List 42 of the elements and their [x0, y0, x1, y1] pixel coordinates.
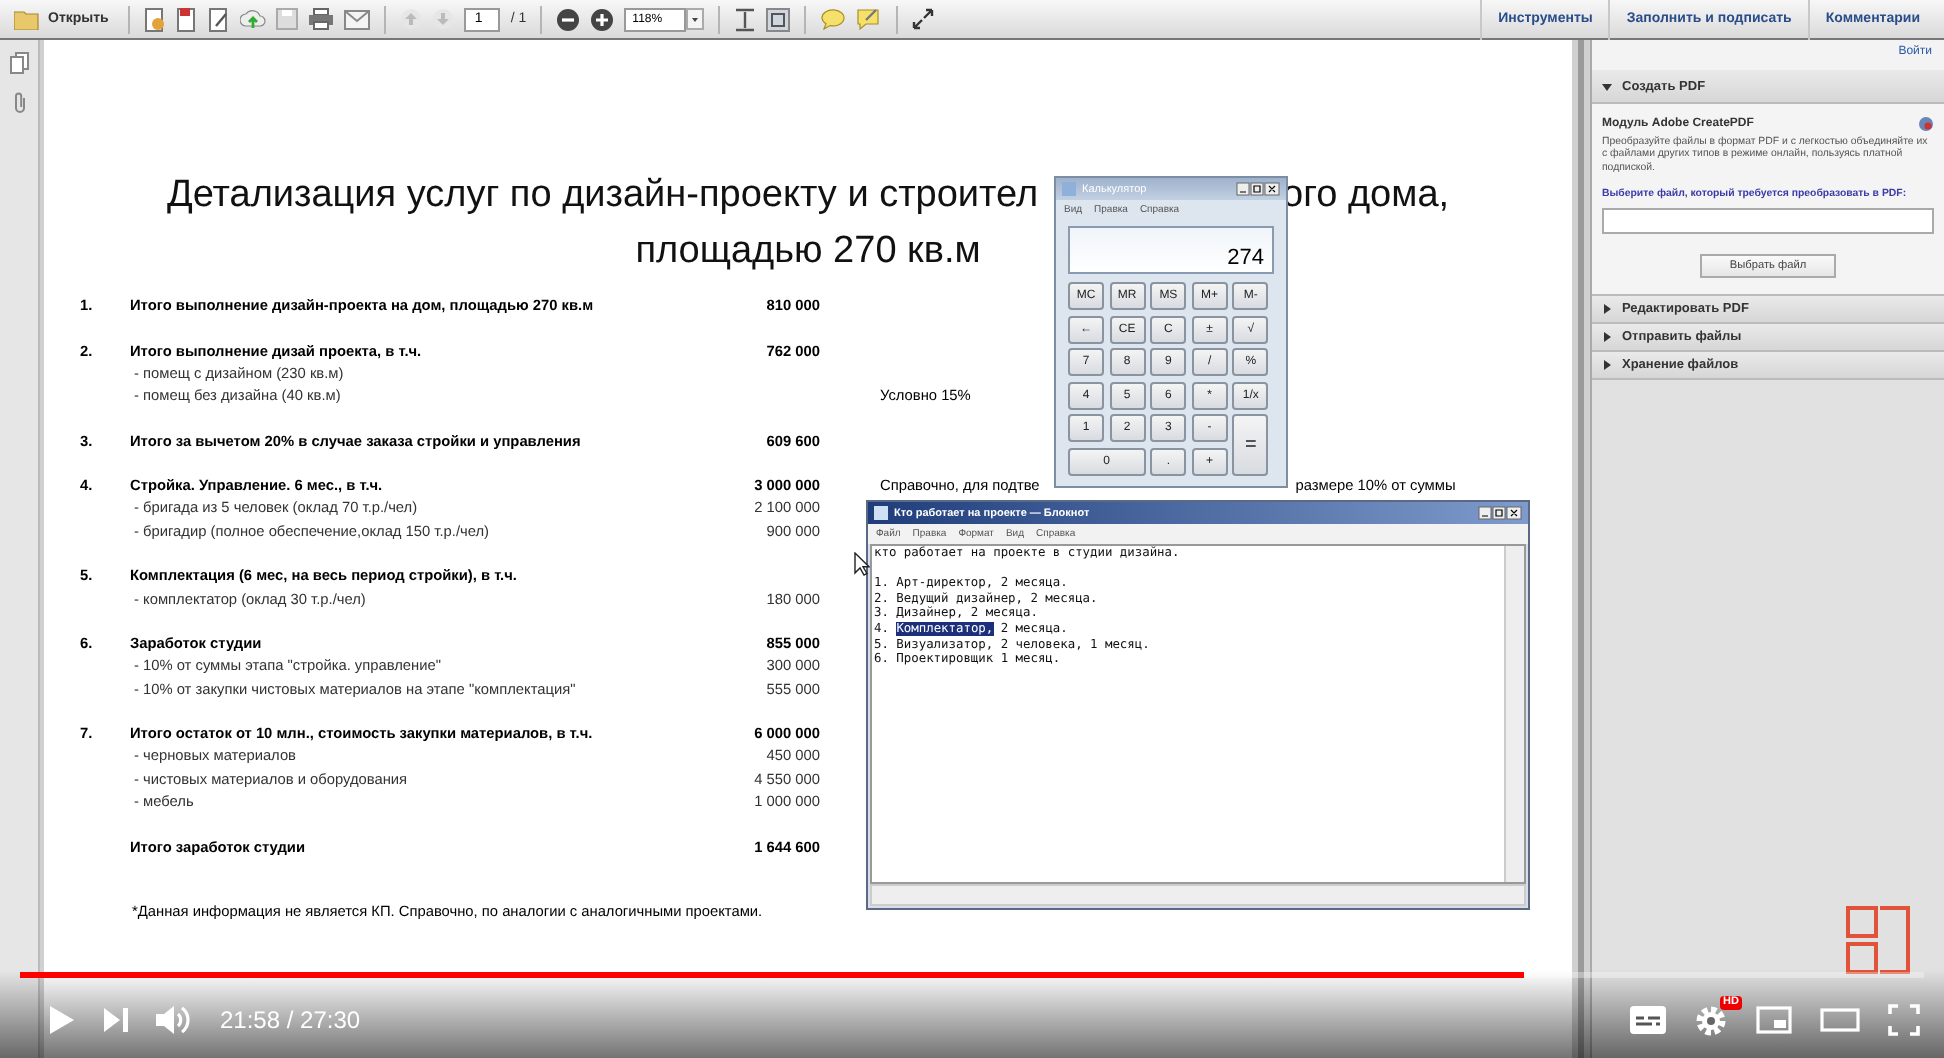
document-title: Детализация услуг по дизайн-проекту и строител: [166, 172, 1039, 220]
progress-bar[interactable]: [20, 972, 1924, 978]
zoom-out-icon[interactable]: [556, 7, 581, 31]
scrollbar[interactable]: [1504, 546, 1524, 882]
document-icon[interactable]: [144, 7, 167, 31]
logo-icon: [1844, 904, 1912, 976]
fullscreen-icon[interactable]: [1888, 1004, 1920, 1036]
cloud-upload-icon[interactable]: [240, 8, 267, 30]
theater-mode-icon[interactable]: [1820, 1008, 1860, 1032]
calculator-key[interactable]: =: [1232, 414, 1269, 476]
highlight-icon[interactable]: [856, 8, 883, 30]
window-controls-icon[interactable]: [1478, 506, 1522, 520]
calculator-display: 274: [1068, 226, 1274, 274]
triangle-icon: [1602, 360, 1612, 371]
play-icon[interactable]: [48, 1004, 76, 1036]
zoom-in-icon[interactable]: [590, 7, 615, 31]
folder-icon: [14, 9, 40, 29]
miniplayer-icon[interactable]: [1756, 1006, 1792, 1034]
volume-icon[interactable]: [156, 1004, 192, 1036]
subtitles-icon[interactable]: [1630, 1006, 1666, 1034]
save-icon[interactable]: [276, 8, 299, 30]
next-icon[interactable]: [104, 1008, 128, 1032]
triangle-icon: [1602, 304, 1612, 315]
expand-icon[interactable]: [912, 8, 935, 30]
file-input-field[interactable]: [1602, 208, 1934, 235]
mail-icon[interactable]: [344, 9, 371, 29]
app-icon: [874, 506, 888, 520]
triangle-icon: [1602, 332, 1612, 343]
triangle-icon: [1602, 81, 1612, 91]
print-icon[interactable]: [308, 8, 335, 30]
app-icon: [1062, 182, 1076, 196]
comment-icon[interactable]: [820, 8, 847, 30]
settings-icon[interactable]: [1694, 1003, 1728, 1037]
edit-icon[interactable]: [208, 7, 231, 31]
pages-icon[interactable]: [9, 52, 29, 74]
video-time: 21:58 / 27:30: [220, 1006, 361, 1034]
dropdown-caret-icon[interactable]: [686, 8, 705, 30]
window-controls-icon[interactable]: [1236, 182, 1280, 196]
document-title: площадью 270 кв.м: [635, 228, 981, 276]
document-icon[interactable]: [176, 7, 199, 31]
scrollbar[interactable]: [870, 884, 1526, 906]
paperclip-icon[interactable]: [11, 92, 27, 114]
